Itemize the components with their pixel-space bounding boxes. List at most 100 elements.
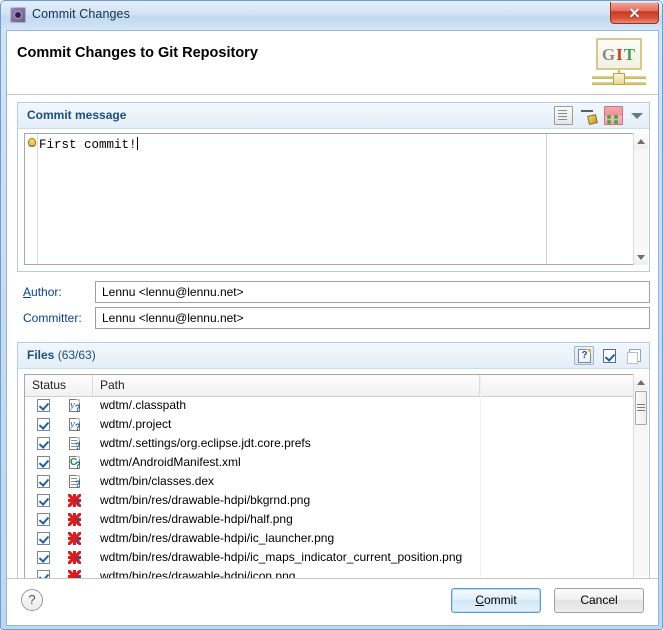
untracked-image-icon: ?: [67, 531, 83, 547]
chevron-down-icon[interactable]: [630, 109, 643, 122]
file-path: wdtm/bin/res/drawable-hdpi/half.png: [100, 510, 293, 529]
file-path: wdtm/bin/classes.dex: [100, 472, 214, 491]
untracked-classpath-icon: y?: [67, 398, 83, 414]
question-file-icon: ?: [578, 349, 591, 363]
file-path: wdtm/bin/res/drawable-hdpi/bkgrnd.png: [100, 491, 310, 510]
committer-row: Committer:: [17, 307, 650, 329]
lightbulb-icon: [28, 138, 36, 147]
table-row[interactable]: ? wdtm/bin/res/drawable-hdpi/ic_launcher.…: [25, 529, 628, 548]
git-logo-icon: GIT: [592, 38, 646, 88]
commit-button[interactable]: Commit: [451, 588, 541, 613]
file-path: wdtm/AndroidManifest.xml: [100, 453, 241, 472]
close-button[interactable]: [610, 2, 659, 24]
commit-label-rest: ommit: [484, 593, 517, 607]
untracked-file-icon: ?: [67, 436, 83, 452]
author-row: Author:: [17, 281, 650, 303]
column-divider: [480, 375, 481, 591]
untracked-file-icon: ?: [67, 474, 83, 490]
commit-mnemonic: C: [475, 593, 484, 607]
untracked-xml-icon: C?: [67, 455, 83, 471]
table-row[interactable]: ? wdtm/bin/res/drawable-hdpi/bkgrnd.png: [25, 491, 628, 510]
commit-message-editor[interactable]: First commit!: [24, 133, 645, 265]
author-field[interactable]: [95, 281, 650, 303]
row-checkbox[interactable]: [37, 399, 50, 412]
editor-gutter: [25, 134, 38, 264]
untracked-image-icon: ?: [67, 550, 83, 566]
empty-boxes-icon: [629, 349, 641, 362]
column-header-status[interactable]: Status: [25, 375, 93, 396]
author-label: Author:: [23, 285, 62, 299]
amend-commit-icon[interactable]: [554, 106, 573, 125]
select-all-button[interactable]: [599, 346, 619, 365]
untracked-image-icon: ?: [67, 512, 83, 528]
commit-changes-window: Commit Changes Commit Changes to Git Rep…: [0, 0, 663, 630]
page-title: Commit Changes to Git Repository: [17, 45, 258, 61]
file-path: wdtm/bin/res/drawable-hdpi/ic_launcher.p…: [100, 529, 334, 548]
change-id-icon[interactable]: [604, 106, 623, 125]
committer-label: Committer:: [23, 311, 82, 325]
files-title: Files (63/63): [27, 348, 96, 362]
commit-message-header: Commit message: [18, 103, 649, 129]
row-checkbox[interactable]: [37, 513, 50, 526]
author-label-rest: uthor:: [31, 285, 62, 299]
files-scroll-thumb[interactable]: [635, 391, 647, 425]
table-row[interactable]: ? wdtm/.settings/org.eclipse.jdt.core.pre…: [25, 434, 628, 453]
sign-off-icon[interactable]: [580, 107, 597, 124]
cancel-button[interactable]: Cancel: [554, 588, 644, 613]
banner: Commit Changes to Git Repository GIT: [7, 31, 658, 95]
file-path: wdtm/.classpath: [100, 396, 186, 415]
row-checkbox[interactable]: [37, 494, 50, 507]
file-path: wdtm/.project: [100, 415, 171, 434]
untracked-image-icon: ?: [67, 493, 83, 509]
table-row[interactable]: ? wdtm/bin/res/drawable-hdpi/half.png: [25, 510, 628, 529]
dialog-body: Commit Changes to Git Repository GIT Com…: [6, 30, 659, 626]
commit-message-text: First commit!: [39, 138, 137, 152]
row-checkbox[interactable]: [37, 418, 50, 431]
files-table: Status Path y? wdtm/.classpath y? wdtm/.pro…: [24, 374, 645, 592]
show-untracked-button[interactable]: ?: [574, 346, 594, 365]
files-section: Files (63/63) ? Status Path: [17, 342, 650, 598]
row-checkbox[interactable]: [37, 551, 50, 564]
commit-message-text-wrap[interactable]: First commit!: [39, 137, 545, 264]
git-logo-i: I: [616, 46, 624, 63]
scroll-down-arrow[interactable]: [634, 249, 648, 265]
window-title: Commit Changes: [32, 7, 130, 21]
files-table-body[interactable]: y? wdtm/.classpath y? wdtm/.project? wdtm/.s…: [25, 396, 628, 591]
git-logo-t: T: [624, 46, 636, 63]
files-table-header: Status Path: [25, 375, 644, 397]
row-checkbox[interactable]: [37, 437, 50, 450]
author-mnemonic: A: [23, 285, 31, 299]
commit-gear-icon: [10, 7, 26, 23]
row-checkbox[interactable]: [37, 475, 50, 488]
commit-message-toolbar: [554, 106, 643, 125]
title-bar: Commit Changes: [1, 1, 662, 30]
checked-box-icon: [603, 349, 616, 363]
file-path: wdtm/.settings/org.eclipse.jdt.core.pref…: [100, 434, 311, 453]
files-scrollbar[interactable]: [633, 374, 648, 592]
row-checkbox[interactable]: [37, 456, 50, 469]
git-logo-g: G: [602, 46, 616, 63]
table-row[interactable]: y? wdtm/.classpath: [25, 396, 628, 415]
untracked-project-icon: y?: [67, 417, 83, 433]
commit-message-section: Commit message First commit!: [17, 102, 650, 272]
table-row[interactable]: C? wdtm/AndroidManifest.xml: [25, 453, 628, 472]
table-row[interactable]: ? wdtm/bin/res/drawable-hdpi/ic_maps_indi…: [25, 548, 628, 567]
scroll-up-arrow[interactable]: [634, 133, 648, 149]
commit-message-title: Commit message: [27, 108, 126, 122]
files-scroll-up-arrow[interactable]: [634, 374, 648, 390]
files-toolbar: ?: [574, 346, 644, 365]
column-header-path[interactable]: Path: [93, 375, 480, 396]
row-checkbox[interactable]: [37, 532, 50, 545]
file-path: wdtm/bin/res/drawable-hdpi/ic_maps_indic…: [100, 548, 462, 567]
table-row[interactable]: ? wdtm/bin/classes.dex: [25, 472, 628, 491]
help-button[interactable]: ?: [21, 589, 43, 611]
deselect-all-button[interactable]: [624, 346, 644, 365]
table-row[interactable]: y? wdtm/.project: [25, 415, 628, 434]
column-header-filler: [480, 375, 644, 396]
committer-field[interactable]: [95, 307, 650, 329]
files-count: (63/63): [58, 348, 96, 362]
text-caret: [137, 137, 138, 150]
files-title-bold: Files: [27, 348, 54, 362]
files-header: Files (63/63) ?: [18, 343, 649, 369]
commit-message-scrollbar[interactable]: [633, 133, 648, 265]
